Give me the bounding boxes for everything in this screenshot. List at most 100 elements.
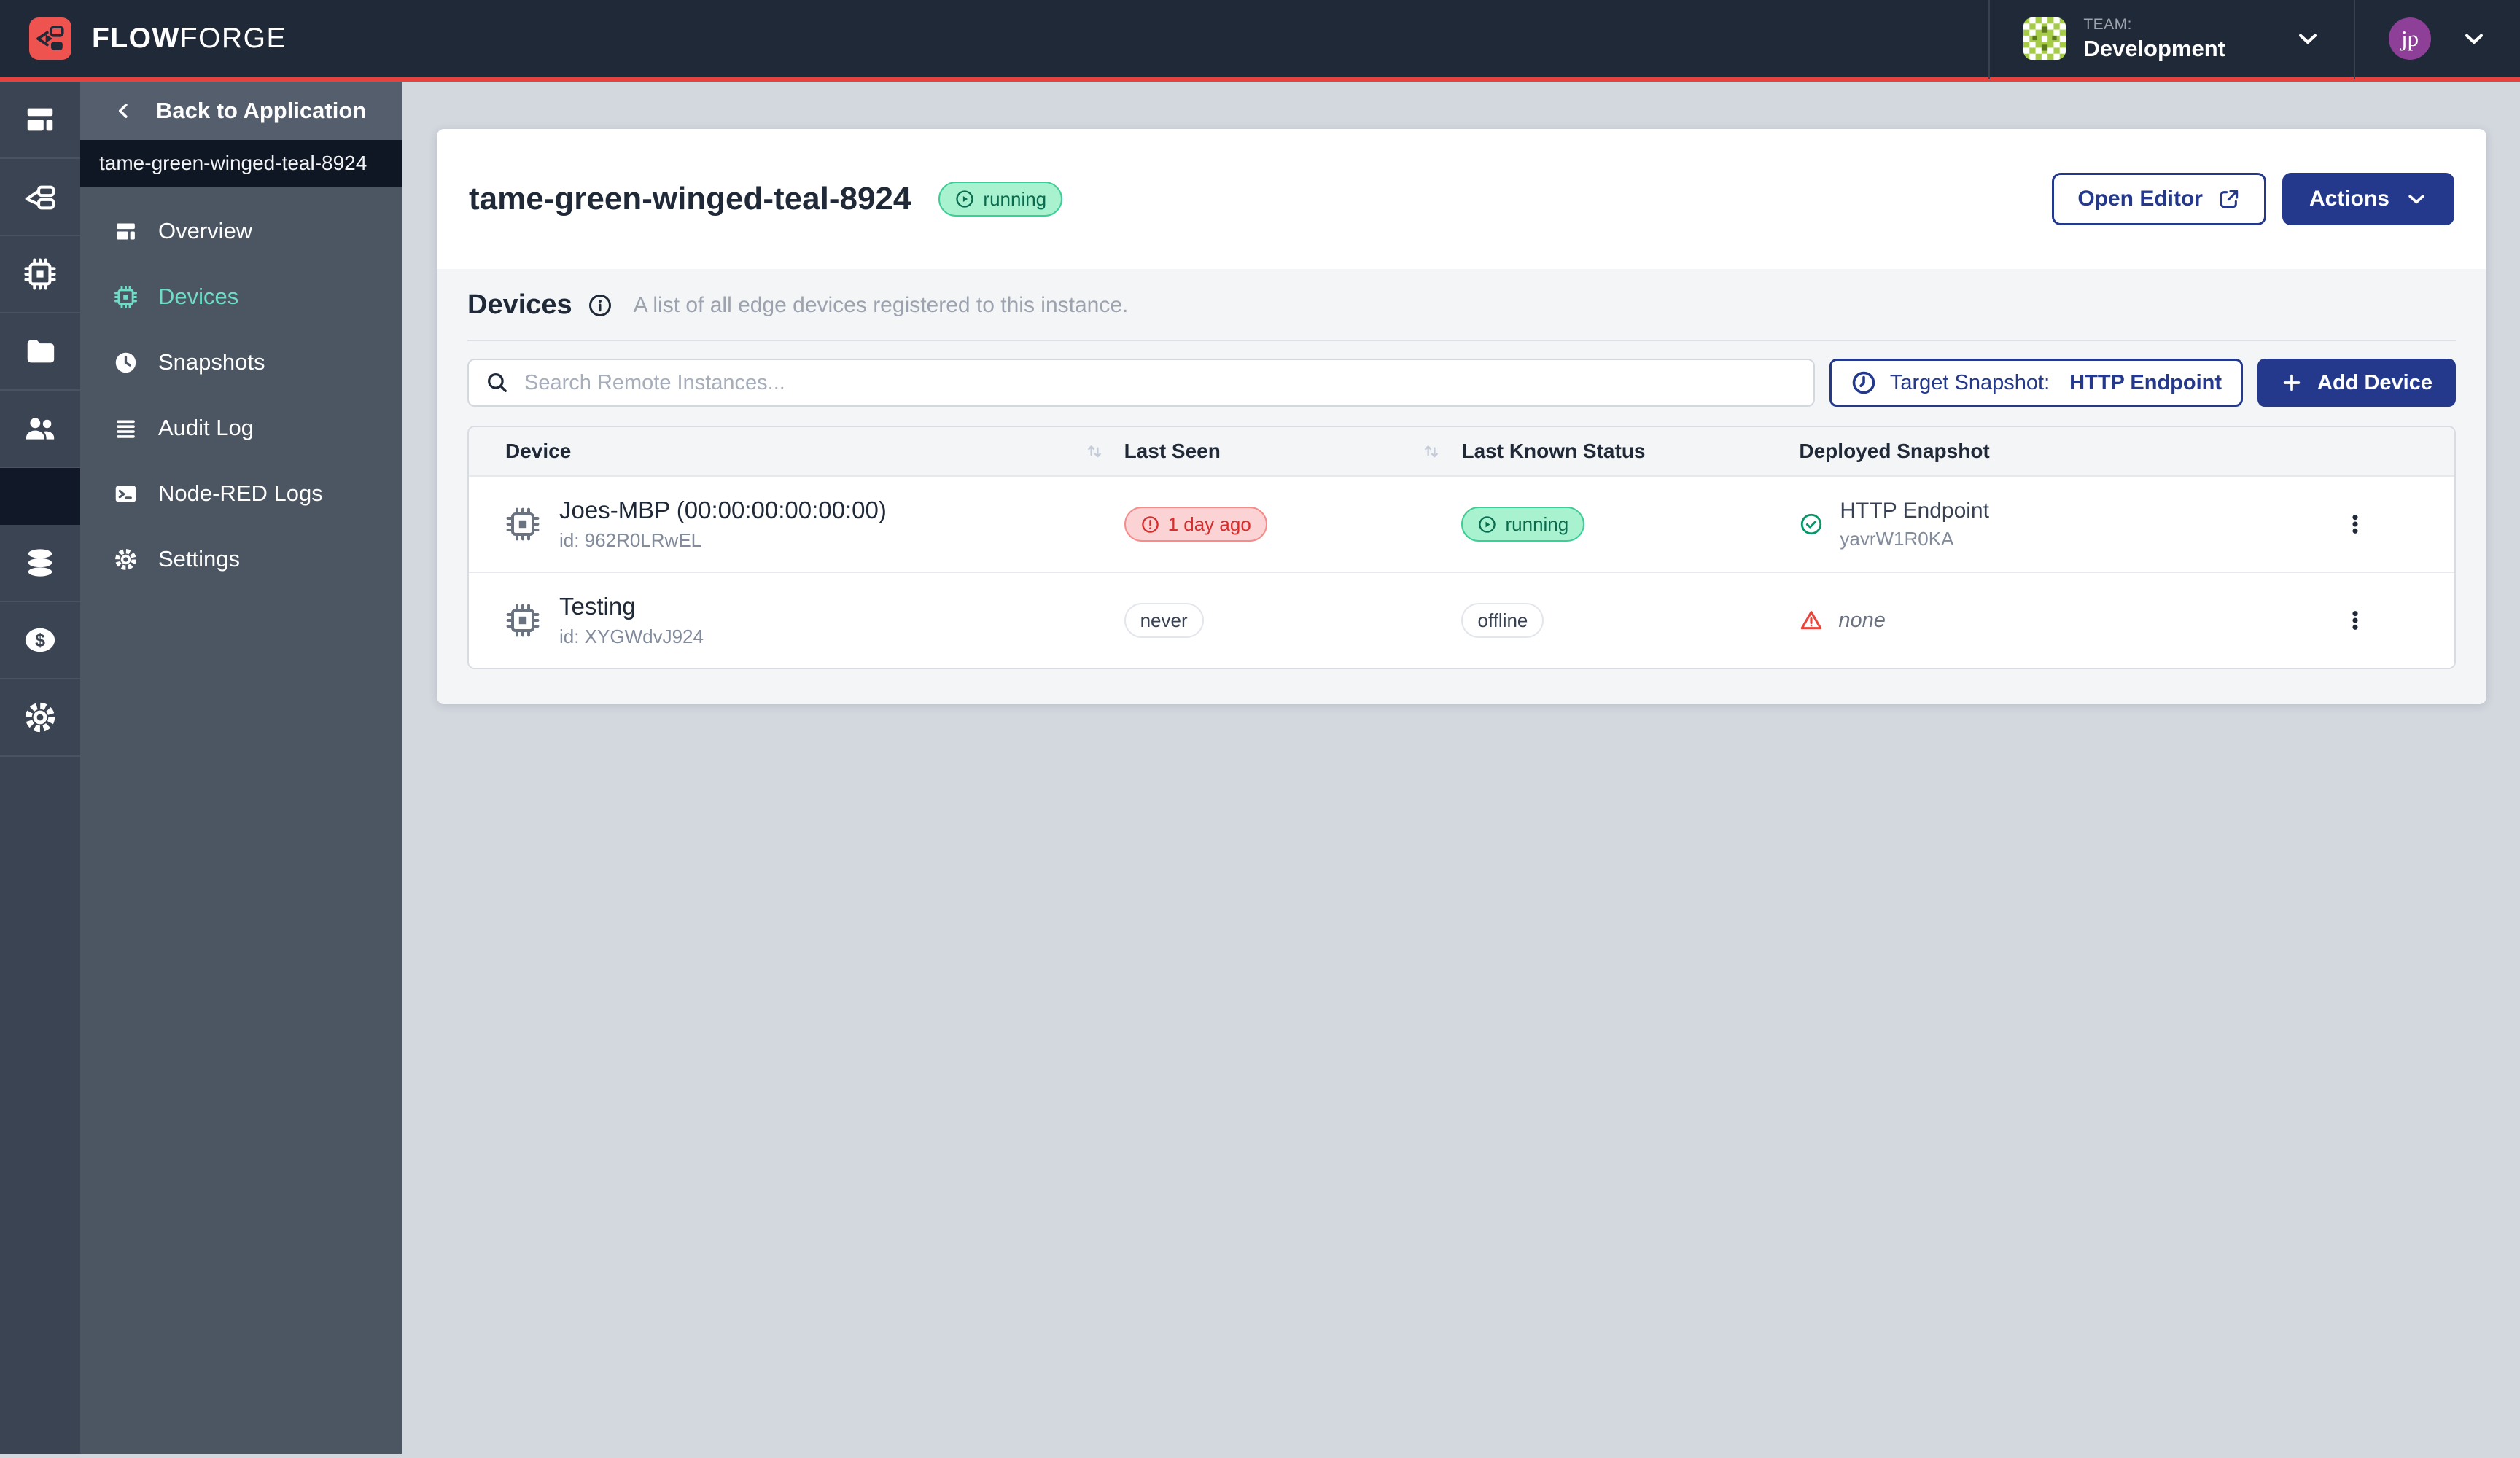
device-status-badge: offline [1461, 603, 1544, 638]
kebab-menu-icon[interactable] [2336, 504, 2375, 544]
rail-section-divider [0, 468, 80, 525]
chevron-down-icon [2462, 26, 2486, 51]
sidebar-item-label: Settings [158, 546, 240, 572]
device-cell: Testing id: XYGWdvJ924 [469, 593, 1124, 648]
rail-item-members[interactable] [0, 391, 80, 468]
kebab-menu-icon[interactable] [2336, 601, 2375, 640]
sidebar-item-node-red-logs[interactable]: Node-RED Logs [80, 461, 402, 526]
sidebar-item-audit-log[interactable]: Audit Log [80, 395, 402, 461]
users-icon [23, 412, 57, 445]
brand-bold: FLOW [92, 23, 180, 54]
sidebar-item-devices[interactable]: Devices [80, 264, 402, 330]
status-cell: offline [1461, 603, 1799, 638]
snapshot-text: HTTP Endpoint yavrW1R0KA [1840, 499, 1989, 550]
rail-item-devices[interactable] [0, 236, 80, 313]
instance-header: tame-green-winged-teal-8924 running Open… [437, 129, 2486, 269]
play-circle-icon [1477, 515, 1497, 534]
open-editor-button[interactable]: Open Editor [2052, 173, 2266, 225]
info-circle-icon [587, 292, 613, 319]
user-menu[interactable]: jp [2355, 0, 2520, 77]
instance-sidebar: Back to Application tame-green-winged-te… [80, 82, 402, 1454]
device-row[interactable]: Testing id: XYGWdvJ924 never offline [469, 572, 2454, 668]
sidebar-item-label: Audit Log [158, 415, 254, 441]
device-row[interactable]: Joes-MBP (00:00:00:00:00:00) id: 962R0LR… [469, 475, 2454, 572]
devices-table-header: Device Last Seen Last Know [469, 427, 2454, 475]
navbar-right: TEAM: Development jp [1988, 0, 2520, 77]
rail-item-library[interactable] [0, 313, 80, 391]
column-label: Last Seen [1124, 440, 1221, 463]
svg-text:$: $ [35, 630, 45, 650]
column-label: Last Known Status [1461, 440, 1645, 463]
flowforge-logo[interactable]: FLOWFORGE [29, 17, 287, 60]
chip-icon [505, 507, 540, 542]
sidebar-item-settings[interactable]: Settings [80, 526, 402, 592]
sort-icon [1420, 440, 1442, 462]
rail-item-applications[interactable] [0, 82, 80, 159]
sidebar-menu: Overview Devices Snapshots Audit Log [80, 187, 402, 592]
header-actions: Open Editor Actions [2052, 173, 2454, 225]
chip-icon [23, 257, 57, 291]
last-seen-cell: never [1124, 603, 1462, 638]
team-selector[interactable]: TEAM: Development [1990, 0, 2354, 77]
actions-button[interactable]: Actions [2282, 173, 2454, 225]
instance-name: tame-green-winged-teal-8924 [99, 152, 367, 175]
dollar-icon: $ [23, 623, 58, 657]
last-seen-cell: 1 day ago [1124, 507, 1462, 542]
rail-item-instances[interactable] [0, 159, 80, 236]
warning-triangle-icon [1799, 608, 1824, 633]
sort-icon [1084, 440, 1105, 462]
device-status-badge: running [1461, 507, 1584, 542]
template-icon [114, 219, 138, 243]
target-snapshot-value: HTTP Endpoint [2069, 371, 2222, 395]
column-header-deployed-snapshot: Deployed Snapshot [1799, 440, 2335, 463]
check-circle-icon [1799, 512, 1824, 537]
devices-heading: Devices [467, 289, 572, 321]
snapshot-id: yavrW1R0KA [1840, 528, 1989, 550]
column-header-last-seen[interactable]: Last Seen [1124, 440, 1462, 463]
add-device-button[interactable]: Add Device [2258, 359, 2456, 407]
section-divider [467, 340, 2456, 341]
page-title: tame-green-winged-teal-8924 [469, 181, 911, 217]
brand-light: FORGE [180, 23, 287, 54]
last-seen-label: 1 day ago [1168, 513, 1251, 536]
gear-icon [23, 701, 57, 734]
devices-description: A list of all edge devices registered to… [634, 293, 1129, 318]
team-name: Development [2083, 36, 2225, 62]
brand-text: FLOWFORGE [92, 23, 287, 55]
pipeline-icon [23, 180, 57, 214]
sidebar-item-overview[interactable]: Overview [80, 198, 402, 264]
sidebar-item-snapshots[interactable]: Snapshots [80, 330, 402, 395]
device-status-label: offline [1477, 609, 1528, 632]
device-info: Joes-MBP (00:00:00:00:00:00) id: 962R0LR… [559, 496, 887, 552]
window-grid-icon [23, 103, 57, 136]
status-badge: running [938, 182, 1062, 217]
sidebar-item-label: Snapshots [158, 349, 265, 375]
back-to-application-button[interactable]: Back to Application [80, 82, 402, 140]
rail-item-database[interactable] [0, 525, 80, 602]
rail-item-settings[interactable] [0, 679, 80, 757]
target-snapshot-button[interactable]: Target Snapshot: HTTP Endpoint [1829, 359, 2243, 407]
play-circle-icon [954, 189, 975, 209]
terminal-icon [114, 482, 138, 506]
avatar: jp [2389, 17, 2431, 60]
snapshot-info: none [1799, 608, 1886, 633]
open-editor-label: Open Editor [2077, 187, 2203, 211]
rail-item-billing[interactable]: $ [0, 602, 80, 679]
column-header-device[interactable]: Device [469, 440, 1124, 463]
snapshot-name: HTTP Endpoint [1840, 499, 1989, 523]
search-input[interactable] [524, 371, 1797, 395]
folder-icon [23, 335, 57, 368]
device-cell: Joes-MBP (00:00:00:00:00:00) id: 962R0LR… [469, 496, 1124, 552]
chip-icon [505, 603, 540, 638]
status-badge-label: running [983, 188, 1046, 211]
instance-card: tame-green-winged-teal-8924 running Open… [437, 129, 2486, 704]
deployed-snapshot-cell: HTTP Endpoint yavrW1R0KA [1799, 499, 2335, 550]
add-device-label: Add Device [2317, 371, 2432, 395]
team-label: TEAM: [2083, 16, 2225, 34]
icon-rail: $ [0, 82, 80, 1454]
chip-icon [114, 285, 138, 309]
actions-label: Actions [2309, 187, 2389, 211]
app-layout: $ Back to Application tame-green-winged-… [0, 82, 2520, 1454]
team-meta: TEAM: Development [2083, 16, 2225, 62]
sidebar-item-label: Overview [158, 218, 252, 244]
